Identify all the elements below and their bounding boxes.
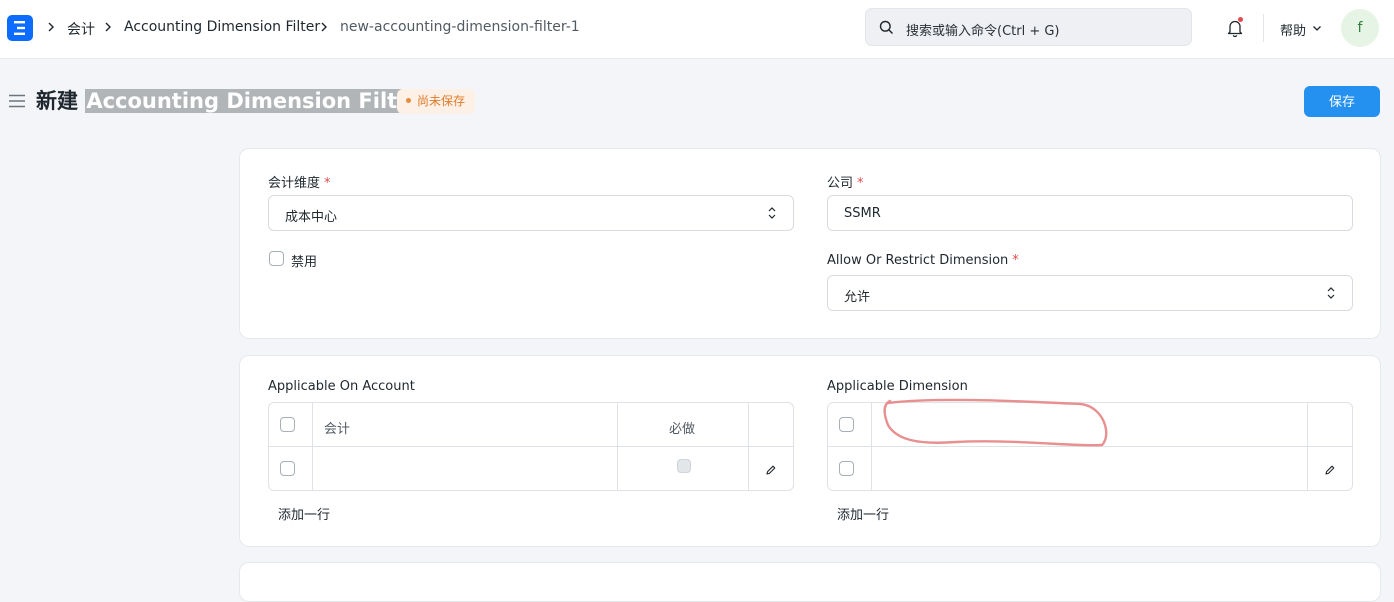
applicable-dimension-label: Applicable Dimension xyxy=(827,379,968,394)
status-dot-icon xyxy=(406,98,411,103)
row-select-checkbox[interactable] xyxy=(280,461,295,476)
accounting-dimension-value: 成本中心 xyxy=(285,210,338,225)
sidebar-toggle-icon[interactable] xyxy=(8,94,26,108)
chevron-right-icon xyxy=(105,22,111,32)
navbar-divider xyxy=(1263,14,1264,42)
allow-restrict-value: 允许 xyxy=(844,290,871,305)
account-cell[interactable] xyxy=(313,447,617,490)
page-title: 新建 Accounting Dimension Filter xyxy=(36,88,423,114)
save-button[interactable]: 保存 xyxy=(1304,86,1380,117)
company-value: SSMR xyxy=(844,206,881,221)
allow-restrict-select[interactable]: 允许 xyxy=(827,275,1353,311)
add-row-button-dimension[interactable]: 添加一行 xyxy=(837,504,889,523)
disabled-checkbox[interactable] xyxy=(269,251,284,266)
page-title-prefix: 新建 xyxy=(36,89,78,113)
mandatory-checkbox[interactable] xyxy=(677,459,691,473)
chevron-right-icon xyxy=(48,22,54,32)
search-bar[interactable]: 搜索或输入命令(Ctrl + G) xyxy=(865,8,1192,46)
search-placeholder: 搜索或输入命令(Ctrl + G) xyxy=(906,24,1060,39)
dimension-value-cell[interactable] xyxy=(872,447,1307,490)
erpnext-logo-icon xyxy=(14,21,25,35)
status-badge: 尚未保存 xyxy=(397,89,476,114)
select-all-checkbox[interactable] xyxy=(280,417,295,432)
breadcrumb-document[interactable]: new-accounting-dimension-filter-1 xyxy=(340,19,580,35)
select-all-checkbox[interactable] xyxy=(839,417,854,432)
chevron-down-icon[interactable] xyxy=(1312,25,1322,32)
select-updown-icon xyxy=(768,207,776,219)
breadcrumb-accounting[interactable]: 会计 xyxy=(67,19,95,39)
navbar: 会计 Accounting Dimension Filter new-accou… xyxy=(0,0,1394,59)
disabled-label: 禁用 xyxy=(291,255,318,270)
applicable-on-account-label: Applicable On Account xyxy=(268,379,415,394)
select-updown-icon xyxy=(1327,287,1335,299)
add-row-button-account[interactable]: 添加一行 xyxy=(278,504,330,523)
tables-card: Applicable On Account 会计 必做 添加一行 Applica… xyxy=(239,355,1381,547)
edit-row-pencil-icon[interactable] xyxy=(1324,464,1336,476)
main-fields-card: 会计维度 * 成本中心 禁用 公司 * SSMR Allow Or Restrict… xyxy=(239,148,1381,339)
applicable-on-account-table: 会计 必做 xyxy=(268,402,794,491)
help-menu[interactable]: 帮助 xyxy=(1280,20,1306,39)
breadcrumb-doctype[interactable]: Accounting Dimension Filter xyxy=(124,19,320,35)
next-section-card xyxy=(239,562,1381,602)
company-label: 公司 * xyxy=(827,176,864,191)
chevron-right-icon xyxy=(321,22,327,32)
accounting-dimension-select[interactable]: 成本中心 xyxy=(268,195,794,231)
accounting-dimension-label: 会计维度 * xyxy=(268,176,331,191)
annotation-scribble xyxy=(883,398,1108,447)
app-logo[interactable] xyxy=(7,15,33,41)
column-header-account: 会计 xyxy=(324,422,351,437)
edit-row-pencil-icon[interactable] xyxy=(765,464,777,476)
page-title-doctype: Accounting Dimension Filter xyxy=(85,89,423,113)
notification-dot xyxy=(1238,17,1243,22)
search-icon xyxy=(879,20,893,34)
allow-restrict-label: Allow Or Restrict Dimension * xyxy=(827,253,1019,268)
status-badge-label: 尚未保存 xyxy=(417,94,466,108)
company-field[interactable]: SSMR xyxy=(827,195,1353,231)
row-select-checkbox[interactable] xyxy=(839,461,854,476)
user-avatar[interactable]: f xyxy=(1341,9,1379,47)
column-header-mandatory: 必做 xyxy=(669,422,696,437)
